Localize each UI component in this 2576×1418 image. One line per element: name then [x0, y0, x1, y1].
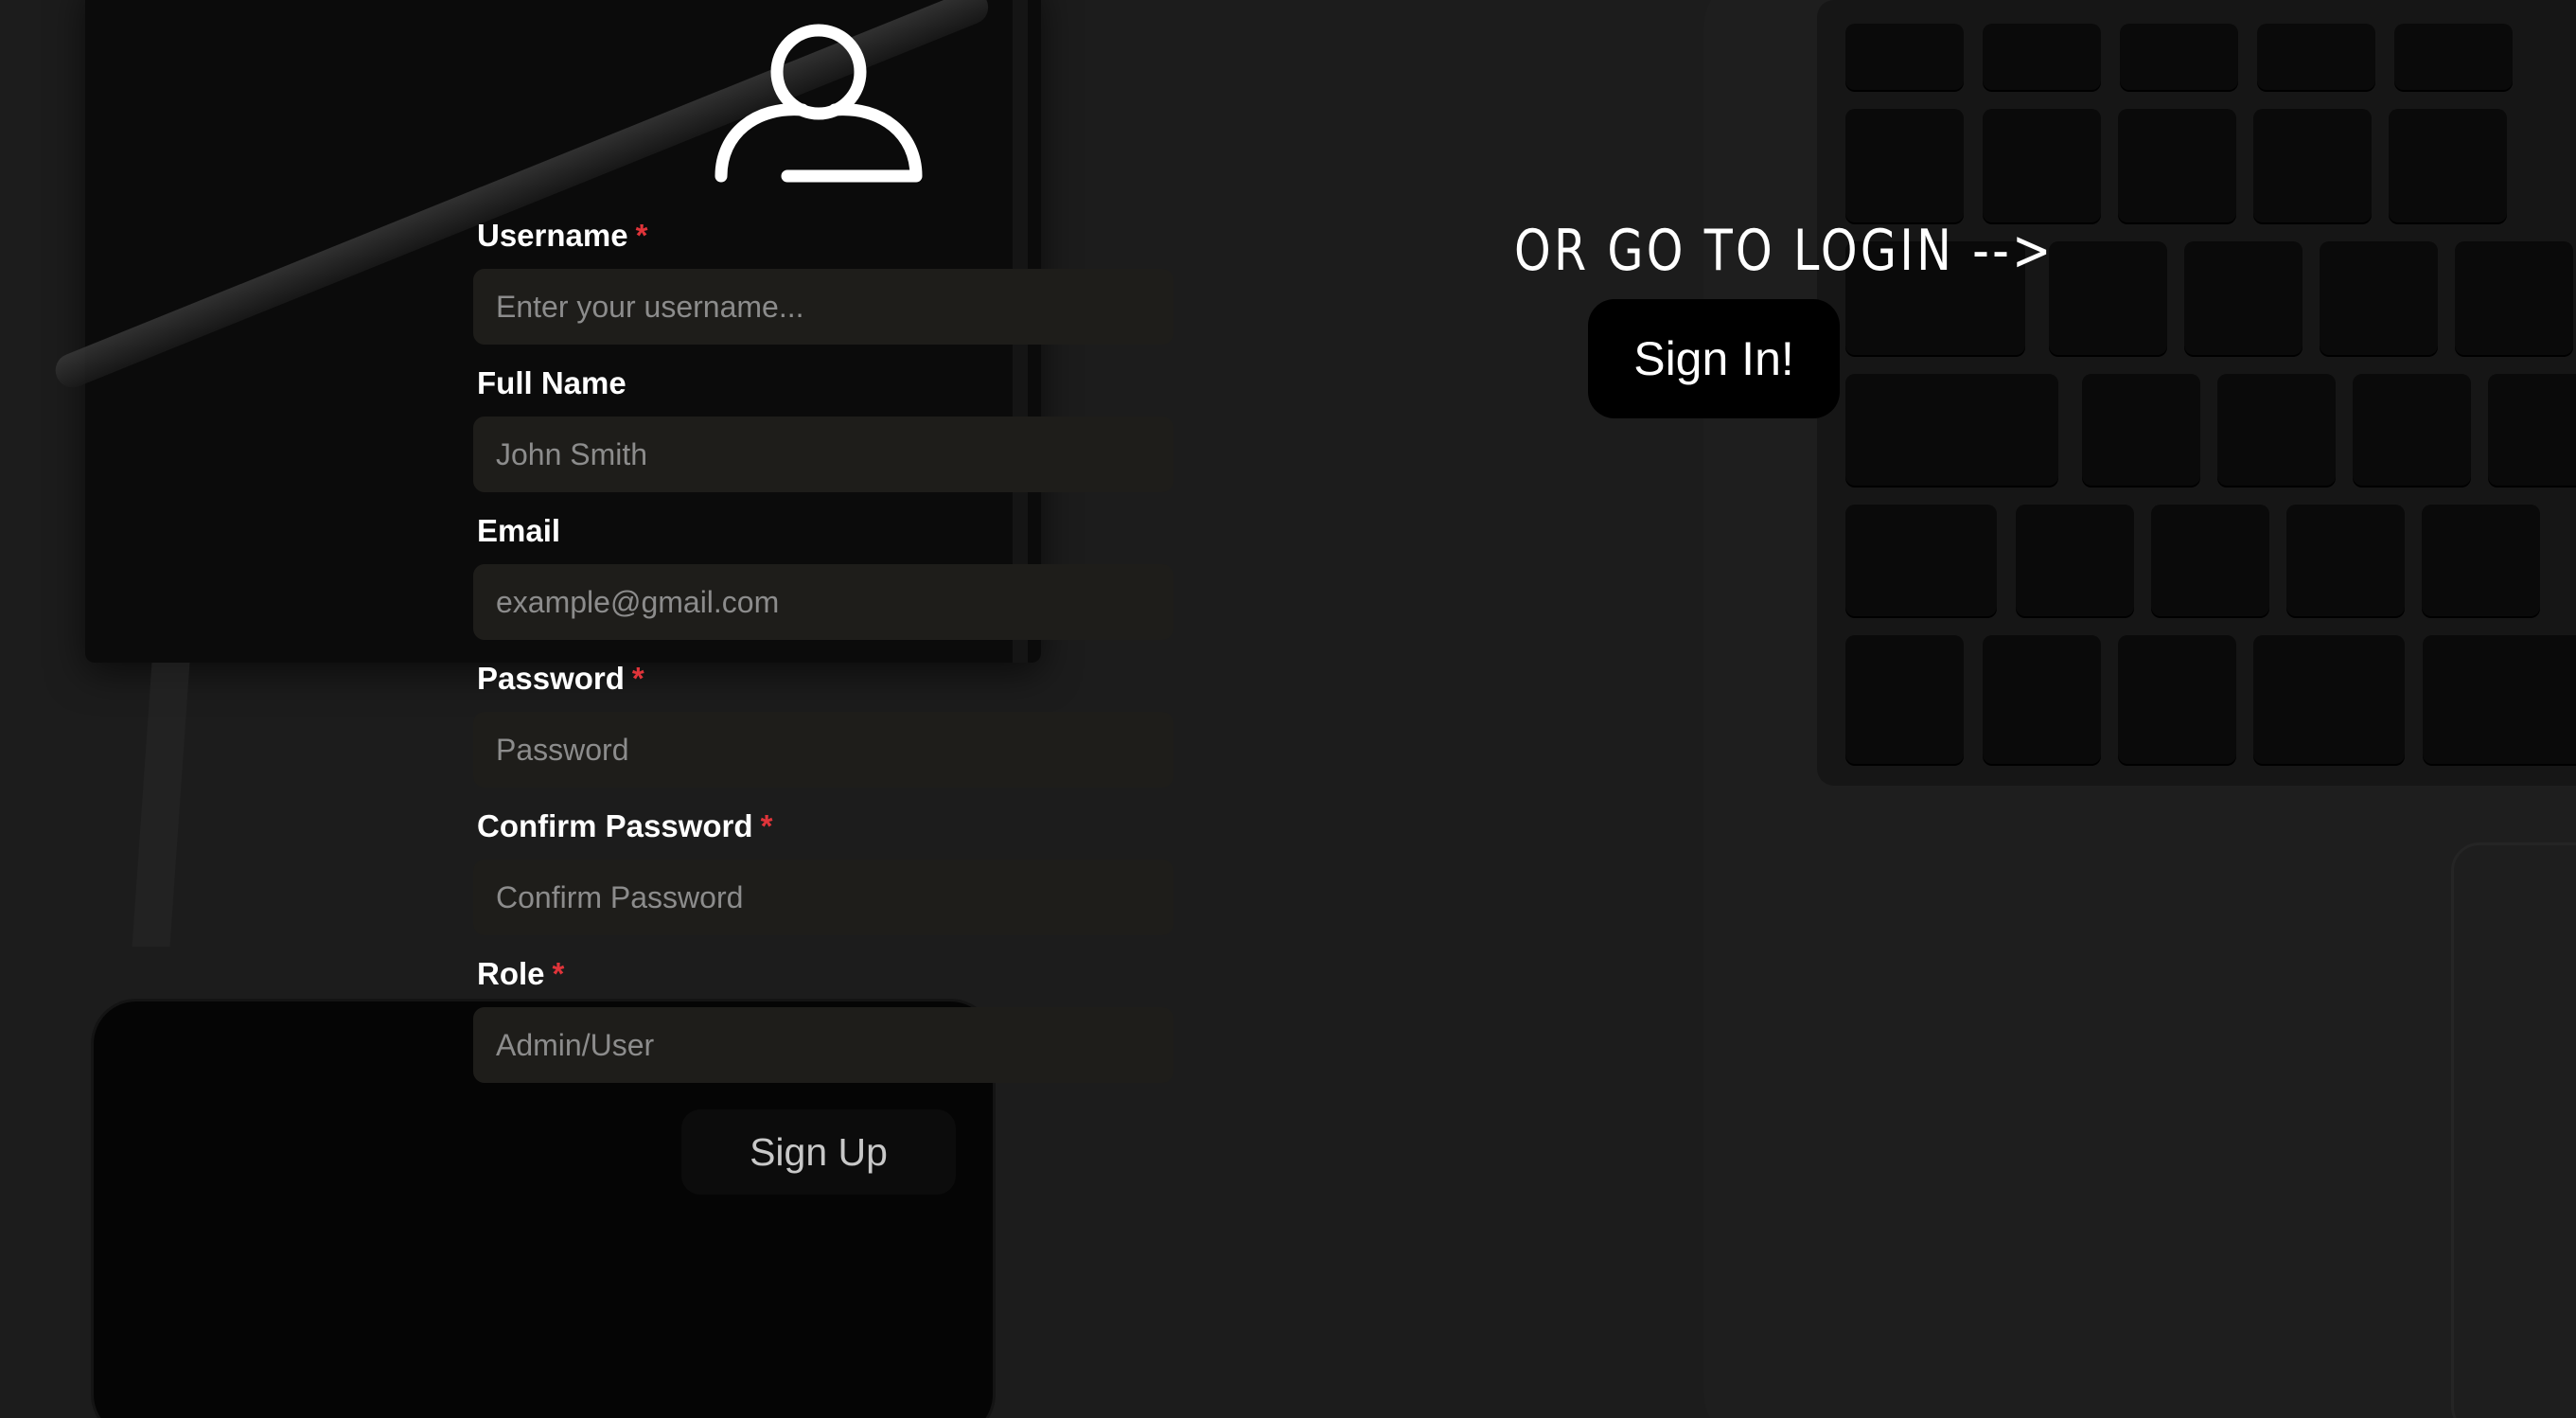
confirm-password-field: Confirm Password * — [473, 803, 1173, 950]
username-label: Username * — [477, 218, 648, 253]
sign-in-button[interactable]: Sign In! — [1588, 299, 1840, 418]
required-asterisk: * — [631, 661, 644, 696]
password-label: Password * — [477, 661, 644, 696]
role-field: Role * — [473, 950, 1173, 1098]
required-asterisk: * — [635, 218, 648, 253]
required-asterisk: * — [552, 956, 565, 991]
trackpad-decoration — [2451, 842, 2576, 1418]
login-prompt: OR GO TO LOGIN --> — [1514, 218, 2055, 284]
bookmark-decoration — [132, 663, 190, 947]
required-asterisk: * — [760, 808, 773, 843]
full-name-field: Full Name — [473, 360, 1173, 507]
username-field: Username * — [473, 212, 1173, 360]
email-input[interactable] — [473, 564, 1173, 640]
confirm-password-label: Confirm Password * — [477, 808, 773, 843]
keyboard-decoration — [1817, 0, 2576, 786]
sign-up-button[interactable]: Sign Up — [681, 1109, 956, 1195]
username-input[interactable] — [473, 269, 1173, 345]
user-icon — [715, 24, 923, 183]
full-name-input[interactable] — [473, 417, 1173, 492]
email-field: Email — [473, 507, 1173, 655]
signup-form: Username* Full Name Email Password* Conf… — [473, 212, 1173, 1098]
role-input[interactable] — [473, 1007, 1173, 1083]
full-name-label: Full Name — [477, 365, 626, 400]
password-field: Password * — [473, 655, 1173, 803]
password-input[interactable] — [473, 712, 1173, 788]
role-label: Role * — [477, 956, 565, 991]
background-image — [0, 0, 2576, 1418]
email-label: Email — [477, 513, 561, 548]
confirm-password-input[interactable] — [473, 860, 1173, 935]
